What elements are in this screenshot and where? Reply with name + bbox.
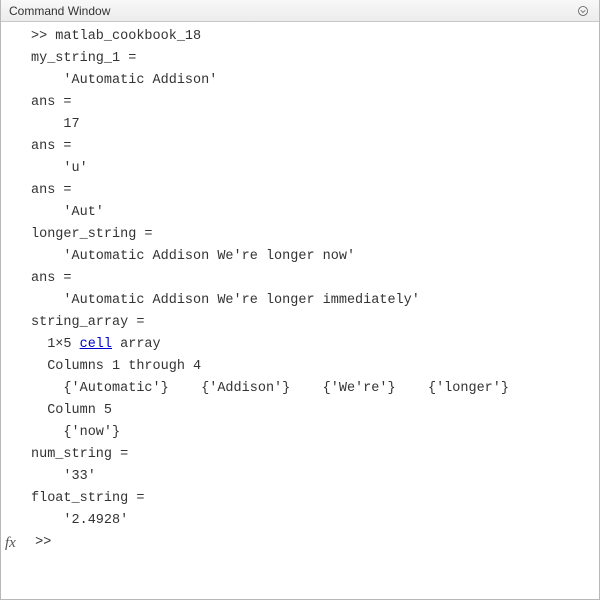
output-line: '2.4928' xyxy=(1,510,599,532)
output-line: float_string = xyxy=(1,488,599,510)
text-fragment: 1×5 xyxy=(31,337,80,352)
output-line: string_array = xyxy=(1,312,599,334)
cell-type-link[interactable]: cell xyxy=(80,337,112,352)
prompt-row[interactable]: fx >> xyxy=(1,532,599,554)
output-line: {'Automatic'} {'Addison'} {'We're'} {'lo… xyxy=(1,378,599,400)
command-window-content[interactable]: >> matlab_cookbook_18 my_string_1 = 'Aut… xyxy=(1,22,599,599)
fx-icon[interactable]: fx xyxy=(5,532,27,554)
output-line: num_string = xyxy=(1,444,599,466)
output-line: >> matlab_cookbook_18 xyxy=(1,26,599,48)
window-title: Command Window xyxy=(9,4,110,18)
title-bar: Command Window xyxy=(1,0,599,22)
output-line: 'Aut' xyxy=(1,202,599,224)
output-line: ans = xyxy=(1,180,599,202)
output-line: '33' xyxy=(1,466,599,488)
output-line: 'u' xyxy=(1,158,599,180)
output-line: 17 xyxy=(1,114,599,136)
output-line: 'Automatic Addison We're longer immediat… xyxy=(1,290,599,312)
output-line: Columns 1 through 4 xyxy=(1,356,599,378)
output-line: longer_string = xyxy=(1,224,599,246)
text-fragment: array xyxy=(112,337,161,352)
output-line: {'now'} xyxy=(1,422,599,444)
output-line: ans = xyxy=(1,136,599,158)
output-line: ans = xyxy=(1,268,599,290)
prompt-text: >> xyxy=(27,532,59,554)
output-line: 1×5 cell array xyxy=(1,334,599,356)
output-line: ans = xyxy=(1,92,599,114)
window-menu-icon[interactable] xyxy=(575,3,591,19)
output-line: Column 5 xyxy=(1,400,599,422)
output-line: 'Automatic Addison We're longer now' xyxy=(1,246,599,268)
output-line: 'Automatic Addison' xyxy=(1,70,599,92)
output-line: my_string_1 = xyxy=(1,48,599,70)
